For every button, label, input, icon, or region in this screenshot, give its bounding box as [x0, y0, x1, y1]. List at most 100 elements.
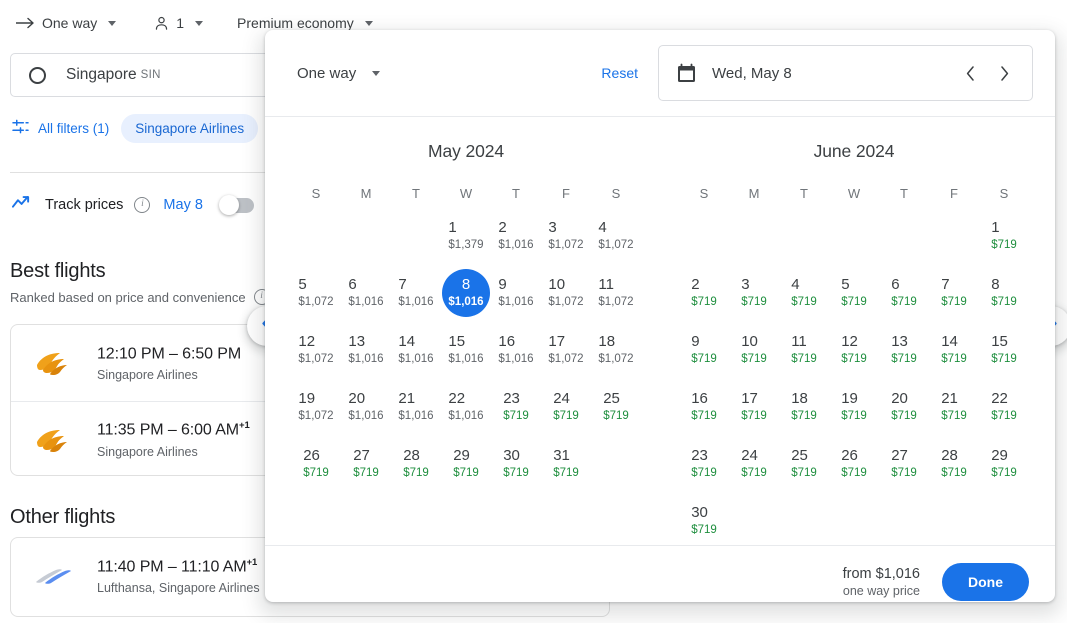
calendar-day-number: 24: [741, 447, 758, 464]
calendar-day-number: 19: [841, 390, 858, 407]
calendar-day[interactable]: 28 $719: [929, 439, 979, 488]
calendar-day[interactable]: 22 $1,016: [441, 382, 491, 431]
calendar-day-price: $1,016: [398, 353, 434, 365]
calendar-day[interactable]: 13 $1,016: [341, 325, 391, 374]
calendar-day[interactable]: 15 $1,016: [441, 325, 491, 374]
calendar-day-number: 1: [448, 219, 457, 236]
calendar-day[interactable]: 4 $1,072: [591, 211, 641, 260]
calendar-day[interactable]: 30 $719: [679, 496, 729, 545]
done-button[interactable]: Done: [942, 562, 1029, 601]
filter-chip-airline[interactable]: Singapore Airlines: [121, 113, 259, 143]
calendar-day[interactable]: 26 $719: [829, 439, 879, 488]
calendar-day[interactable]: 26 $719: [291, 439, 341, 488]
calendar-day[interactable]: 18 $719: [779, 382, 829, 431]
calendar-day[interactable]: 31 $719: [541, 439, 591, 488]
calendar-day[interactable]: 20 $719: [879, 382, 929, 431]
calendar-month-june: June 2024 S M T W T F S 1 $719 2 $719 3 $719 4 $719 5 $…: [679, 141, 1029, 545]
calendar-day[interactable]: 1 $1,379: [441, 211, 491, 260]
trip-type-selector[interactable]: One way: [8, 11, 124, 35]
calendar-day[interactable]: 4 $719: [779, 268, 829, 317]
calendar-day[interactable]: 2 $1,016: [491, 211, 541, 260]
track-prices-toggle[interactable]: [218, 195, 254, 215]
calendar-day[interactable]: 24 $719: [541, 382, 591, 431]
calendar-day-content: 26 $719: [841, 446, 867, 481]
calendar-day[interactable]: 19 $719: [829, 382, 879, 431]
calendar-day-price: $719: [741, 467, 767, 479]
calendar-day-number: 5: [298, 276, 307, 293]
calendar-day[interactable]: 24 $719: [729, 439, 779, 488]
calendar-day-price: $719: [453, 467, 479, 479]
calendar-day[interactable]: 6 $1,016: [341, 268, 391, 317]
calendar-day[interactable]: 7 $719: [929, 268, 979, 317]
calendar-day-price: $1,016: [398, 296, 434, 308]
calendar-day[interactable]: 21 $1,016: [391, 382, 441, 431]
calendar-day[interactable]: 27 $719: [879, 439, 929, 488]
calendar-day[interactable]: 17 $1,072: [541, 325, 591, 374]
calendar-day-content: 24 $719: [741, 446, 767, 481]
calendar-day-price: $719: [991, 410, 1017, 422]
weekday-label: S: [611, 186, 621, 201]
calendar-day[interactable]: 2 $719: [679, 268, 729, 317]
date-next-button[interactable]: [990, 59, 1018, 87]
calendar-day-price: $719: [891, 296, 917, 308]
calendar-day[interactable]: 28 $719: [391, 439, 441, 488]
calendar-day[interactable]: 9 $1,016: [491, 268, 541, 317]
calendar-day[interactable]: 16 $719: [679, 382, 729, 431]
calendar-day[interactable]: 3 $719: [729, 268, 779, 317]
all-filters-button[interactable]: All filters (1): [12, 119, 109, 137]
calendar-day-selected[interactable]: 8 $1,016: [441, 268, 491, 317]
calendar-day[interactable]: 7 $1,016: [391, 268, 441, 317]
calendar-day-content: 19 $719: [841, 389, 867, 424]
calendar-day[interactable]: 23 $719: [491, 382, 541, 431]
calendar-day-content: 7 $719: [941, 275, 967, 310]
calendar-day[interactable]: 29 $719: [979, 439, 1029, 488]
info-icon[interactable]: i: [134, 197, 151, 213]
calendar-day[interactable]: 17 $719: [729, 382, 779, 431]
calendar-day[interactable]: 21 $719: [929, 382, 979, 431]
calendar-day[interactable]: 27 $719: [341, 439, 391, 488]
calendar-day[interactable]: 10 $719: [729, 325, 779, 374]
calendar-day[interactable]: 25 $719: [779, 439, 829, 488]
calendar-day[interactable]: 14 $1,016: [391, 325, 441, 374]
calendar-day[interactable]: 25 $719: [591, 382, 641, 431]
reset-button[interactable]: Reset: [601, 65, 658, 81]
calendar-day[interactable]: 9 $719: [679, 325, 729, 374]
calendar-day[interactable]: 18 $1,072: [591, 325, 641, 374]
chevron-down-icon: [372, 70, 381, 76]
calendar-day-price: $1,016: [448, 296, 484, 308]
calendar-day[interactable]: 11 $719: [779, 325, 829, 374]
singapore-airlines-logo: [33, 348, 89, 378]
calendar-day-content: 23 $719: [691, 446, 717, 481]
calendar-day-content: 1 $1,379: [448, 218, 483, 253]
calendar-day[interactable]: 5 $719: [829, 268, 879, 317]
calendar-day[interactable]: 6 $719: [879, 268, 929, 317]
calendar-day-price: $1,016: [348, 353, 384, 365]
passengers-selector[interactable]: 1: [146, 11, 211, 35]
departure-date-field[interactable]: Wed, May 8: [658, 45, 1033, 101]
calendar-day[interactable]: 1 $719: [979, 211, 1029, 260]
calendar-day[interactable]: 19 $1,072: [291, 382, 341, 431]
calendar-day[interactable]: 30 $719: [491, 439, 541, 488]
calendar-day-price: $719: [991, 296, 1017, 308]
weekday-header-row: SMTWTFS: [679, 186, 1029, 201]
calendar-day[interactable]: 5 $1,072: [291, 268, 341, 317]
calendar-day[interactable]: 22 $719: [979, 382, 1029, 431]
track-prices-date[interactable]: May 8: [163, 197, 203, 213]
calendar-day[interactable]: 29 $719: [441, 439, 491, 488]
calendar-day[interactable]: 15 $719: [979, 325, 1029, 374]
calendar-day[interactable]: 11 $1,072: [591, 268, 641, 317]
picker-trip-type-selector[interactable]: One way: [297, 65, 381, 82]
calendar-day[interactable]: 13 $719: [879, 325, 929, 374]
calendar-day[interactable]: 10 $1,072: [541, 268, 591, 317]
calendar-day[interactable]: 14 $719: [929, 325, 979, 374]
calendar-day[interactable]: 20 $1,016: [341, 382, 391, 431]
calendar-day[interactable]: 8 $719: [979, 268, 1029, 317]
date-prev-button[interactable]: [956, 59, 984, 87]
calendar-day[interactable]: 12 $719: [829, 325, 879, 374]
calendar-day-number: 12: [298, 333, 316, 350]
calendar-day[interactable]: 12 $1,072: [291, 325, 341, 374]
calendar-day[interactable]: 16 $1,016: [491, 325, 541, 374]
calendar-day[interactable]: 3 $1,072: [541, 211, 591, 260]
calendar-day[interactable]: 23 $719: [679, 439, 729, 488]
calendar-day-content: 26 $719: [303, 446, 329, 481]
